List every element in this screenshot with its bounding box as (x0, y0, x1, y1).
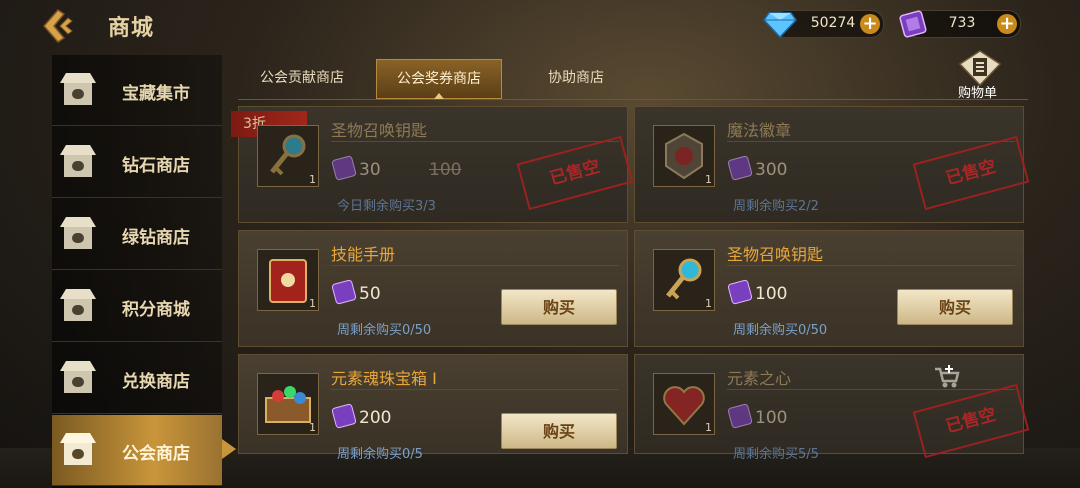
sold-out-stamp: 已售空 (912, 135, 1030, 211)
item-icon-frame: 1 (257, 125, 319, 187)
tab-assist-shop[interactable]: 协助商店 (536, 59, 616, 97)
item-name: 元素魂珠宝箱 I (331, 369, 437, 388)
purchase-limit: 周剩余购买5/5 (733, 447, 819, 462)
shopping-list-icon (958, 50, 1002, 86)
buy-button[interactable]: 购买 (501, 289, 617, 325)
item-quantity: 1 (309, 173, 316, 186)
divider (727, 141, 1015, 142)
tab-guild-contribution-shop[interactable]: 公会贡献商店 (246, 59, 358, 97)
active-indicator (222, 439, 236, 459)
item-name: 圣物召唤钥匙 (727, 245, 824, 264)
shop-item-card: 1 元素之心 100 周剩余购买5/5 已售空 (634, 354, 1030, 462)
shop-icon (60, 433, 96, 465)
tab-label: 公会奖券商店 (397, 71, 481, 87)
shop-tab-bar: 公会贡献商店 公会奖券商店 协助商店 (238, 55, 1028, 100)
item-name: 技能手册 (331, 245, 396, 264)
shop-item-card: 1 圣物召唤钥匙 100 周剩余购买0/50 购买 (634, 230, 1024, 347)
add-diamond-button[interactable]: + (860, 14, 880, 34)
item-name: 圣物召唤钥匙 (331, 121, 428, 140)
item-quantity: 1 (705, 421, 712, 434)
sidebar-item-label: 钻石商店 (122, 156, 190, 176)
shop-item-card: 3折 1 圣物召唤钥匙 30 100 今日剩余购买3/3 已售空 (231, 106, 634, 223)
sold-out-stamp: 已售空 (516, 135, 634, 211)
ticket-icon (727, 403, 753, 429)
item-icon-frame: 1 (257, 373, 319, 435)
tab-active-pointer (434, 93, 444, 99)
divider (331, 265, 619, 266)
ticket-value: 733 (948, 15, 976, 31)
buy-button[interactable]: 购买 (897, 289, 1013, 325)
shop-icon (60, 361, 96, 393)
item-icon-frame: 1 (653, 125, 715, 187)
ticket-icon (727, 279, 753, 305)
diamond-counter: 50274 + (763, 10, 884, 39)
shopping-list-label: 购物单 (958, 86, 998, 101)
item-quantity: 1 (309, 421, 316, 434)
item-icon-frame: 1 (257, 249, 319, 311)
sidebar-item-label: 积分商城 (122, 300, 190, 320)
ticket-icon (727, 155, 753, 181)
sidebar-item-exchange-shop[interactable]: 兑换商店 (52, 343, 222, 414)
diamond-icon (763, 12, 797, 39)
item-price: 100 (755, 284, 788, 304)
item-price: 200 (359, 408, 392, 428)
ticket-icon (331, 155, 357, 181)
purchase-limit: 周剩余购买0/50 (733, 323, 828, 338)
sidebar-item-label: 公会商店 (122, 444, 190, 464)
item-quantity: 1 (705, 173, 712, 186)
divider (331, 389, 619, 390)
purchase-limit: 周剩余购买0/5 (337, 447, 423, 462)
divider (727, 389, 1015, 390)
purchase-limit: 今日剩余购买3/3 (337, 199, 436, 214)
sidebar-item-diamond-shop[interactable]: 钻石商店 (52, 127, 222, 198)
shop-category-sidebar: 宝藏集市 钻石商店 绿钻商店 积分商城 兑换商店 公会商店 (52, 55, 236, 488)
item-quantity: 1 (705, 297, 712, 310)
shop-item-card: 1 元素魂珠宝箱 I 200 周剩余购买0/5 购买 (238, 354, 628, 462)
back-arrow-icon (43, 9, 73, 43)
item-price: 100 (755, 408, 788, 428)
item-quantity: 1 (309, 297, 316, 310)
shop-icon (60, 217, 96, 249)
back-button[interactable] (38, 6, 78, 46)
tab-guild-ticket-shop[interactable]: 公会奖券商店 (376, 59, 502, 99)
item-icon-frame: 1 (653, 249, 715, 311)
shop-item-card: 1 魔法徽章 300 周剩余购买2/2 已售空 (634, 106, 1030, 223)
shop-item-card: 1 技能手册 50 周剩余购买0/50 购买 (238, 230, 628, 347)
sold-out-stamp: 已售空 (912, 383, 1030, 459)
shop-icon (60, 73, 96, 105)
item-icon-frame: 1 (653, 373, 715, 435)
item-original-price: 100 (429, 160, 462, 180)
page-title: 商城 (108, 16, 155, 41)
sidebar-item-label: 兑换商店 (122, 372, 190, 392)
add-to-cart-icon[interactable] (933, 363, 961, 389)
sidebar-item-guild-shop[interactable]: 公会商店 (52, 415, 236, 486)
divider (727, 265, 1015, 266)
ticket-icon (331, 403, 357, 429)
sidebar-item-points-mall[interactable]: 积分商城 (52, 271, 222, 342)
sidebar-item-label: 宝藏集市 (122, 84, 190, 104)
sidebar-item-treasure-market[interactable]: 宝藏集市 (52, 55, 222, 126)
shop-icon (60, 289, 96, 321)
shop-icon (60, 145, 96, 177)
item-price: 50 (359, 284, 381, 304)
purchase-limit: 周剩余购买2/2 (733, 199, 819, 214)
sidebar-item-label: 绿钻商店 (122, 228, 190, 248)
ticket-icon (331, 279, 357, 305)
item-name: 魔法徽章 (727, 121, 792, 140)
buy-button[interactable]: 购买 (501, 413, 617, 449)
sidebar-item-green-diamond-shop[interactable]: 绿钻商店 (52, 199, 222, 270)
add-ticket-button[interactable]: + (997, 14, 1017, 34)
item-price: 300 (755, 160, 788, 180)
purchase-limit: 周剩余购买0/50 (337, 323, 432, 338)
shopping-list-button[interactable]: 购物单 (952, 50, 1008, 102)
item-price: 30 (359, 160, 381, 180)
item-name: 元素之心 (727, 369, 792, 388)
divider (331, 141, 619, 142)
ticket-counter: 733 + (899, 10, 1021, 38)
